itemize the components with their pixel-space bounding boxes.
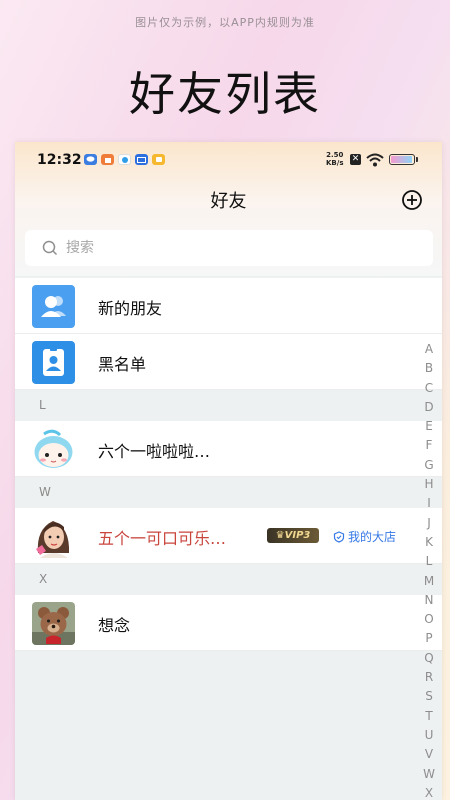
alphabet-letter-s[interactable]: S [425,687,433,706]
blacklist-label: 黑名单 [98,355,147,374]
vip-badge: ♛VIP3 [267,528,319,543]
alphabet-letter-h[interactable]: H [424,475,433,494]
contact-name: 想念 [98,616,131,635]
alphabet-letter-g[interactable]: G [424,456,433,475]
girl-photo-avatar [32,515,75,558]
alphabet-letter-m[interactable]: M [424,572,434,591]
network-speed-unit: KB/s [326,159,344,167]
map-app-icon [118,154,131,165]
alphabet-letter-t[interactable]: T [425,707,432,726]
alphabet-letter-v[interactable]: V [425,745,433,764]
battery-icon [389,154,415,165]
alphabet-letter-u[interactable]: U [425,726,434,745]
alphabet-letter-d[interactable]: D [424,398,433,417]
alphabet-letter-e[interactable]: E [425,417,433,436]
battery-cap [416,157,418,162]
contact-list: 新的朋友 黑名单 L 六个一啦啦啦… W 五个一可口可乐… ♛VIP3 我的大店… [15,278,442,651]
my-shop-link[interactable]: 我的大店 [333,528,396,545]
status-bar: 12:32 2.50 KB/s ✕ [15,142,442,178]
status-time: 12:32 [37,152,82,168]
section-letter: W [39,485,51,499]
battery-level [391,156,412,163]
network-speed-value: 2.50 [326,151,344,159]
network-speed: 2.50 KB/s [326,151,343,167]
promo-disclaimer: 图片仅为示例，以APP内规则为准 [135,16,315,29]
video-app-icon [152,154,165,165]
alphabet-letter-i[interactable]: I [427,494,431,513]
search-box[interactable] [25,230,433,266]
alphabet-letter-a[interactable]: A [425,340,433,359]
alphabet-letter-w[interactable]: W [423,765,435,784]
contact-name: 五个一可口可乐… [98,529,227,548]
chat-app-icon [84,154,97,165]
phone-screen: 12:32 2.50 KB/s ✕ 好友 搜索 新的朋友 黑名单 L 六个一啦啦… [15,142,442,800]
plus-circle-icon[interactable] [401,189,423,211]
search-input[interactable] [64,239,398,257]
alphabet-letter-p[interactable]: P [425,629,432,648]
wifi-icon [366,152,384,171]
alphabet-letter-q[interactable]: Q [424,649,433,668]
search-icon [42,240,58,256]
promo-title: 好友列表 [129,67,321,121]
store-app-icon [101,154,114,165]
shop-shield-icon [333,530,345,543]
blacklist-icon [32,341,75,384]
contact-row[interactable]: 六个一啦啦啦… [15,421,442,477]
mail-app-icon [135,154,148,165]
alphabet-letter-f[interactable]: F [426,436,433,455]
vip-label: VIP3 [284,530,311,541]
alphabet-letter-x[interactable]: X [425,784,433,800]
alphabet-letter-o[interactable]: O [424,610,433,629]
alphabet-letter-j[interactable]: J [427,514,431,533]
alphabet-letter-k[interactable]: K [425,533,433,552]
alphabet-letter-b[interactable]: B [425,359,433,378]
alphabet-index[interactable]: ABCDEFGHIJKLMNOPQRSTUVWX [421,340,437,800]
page-title: 好友 [210,191,247,212]
new-friends-icon [32,285,75,328]
section-letter: X [39,572,48,586]
alphabet-letter-r[interactable]: R [425,668,433,687]
contact-row[interactable]: 五个一可口可乐… ♛VIP3 我的大店 [15,508,442,564]
alphabet-letter-l[interactable]: L [426,552,433,571]
vip-crown-icon: ♛ [275,530,285,541]
my-shop-label: 我的大店 [348,530,397,544]
blacklist-item[interactable]: 黑名单 [15,334,442,390]
teddy-bear-avatar [32,602,75,645]
no-sim-icon: ✕ [350,154,361,165]
notification-icons [84,154,165,165]
section-header-x: X [15,564,442,595]
contact-row[interactable]: 想念 [15,595,442,651]
section-letter: L [39,398,46,412]
new-friends-item[interactable]: 新的朋友 [15,278,442,334]
new-friends-label: 新的朋友 [98,299,163,318]
section-header-w: W [15,477,442,508]
section-header-l: L [15,390,442,421]
alphabet-letter-n[interactable]: N [425,591,434,610]
alphabet-letter-c[interactable]: C [425,379,433,398]
contact-name: 六个一啦啦啦… [98,442,211,461]
cartoon-girl-avatar [32,428,75,471]
